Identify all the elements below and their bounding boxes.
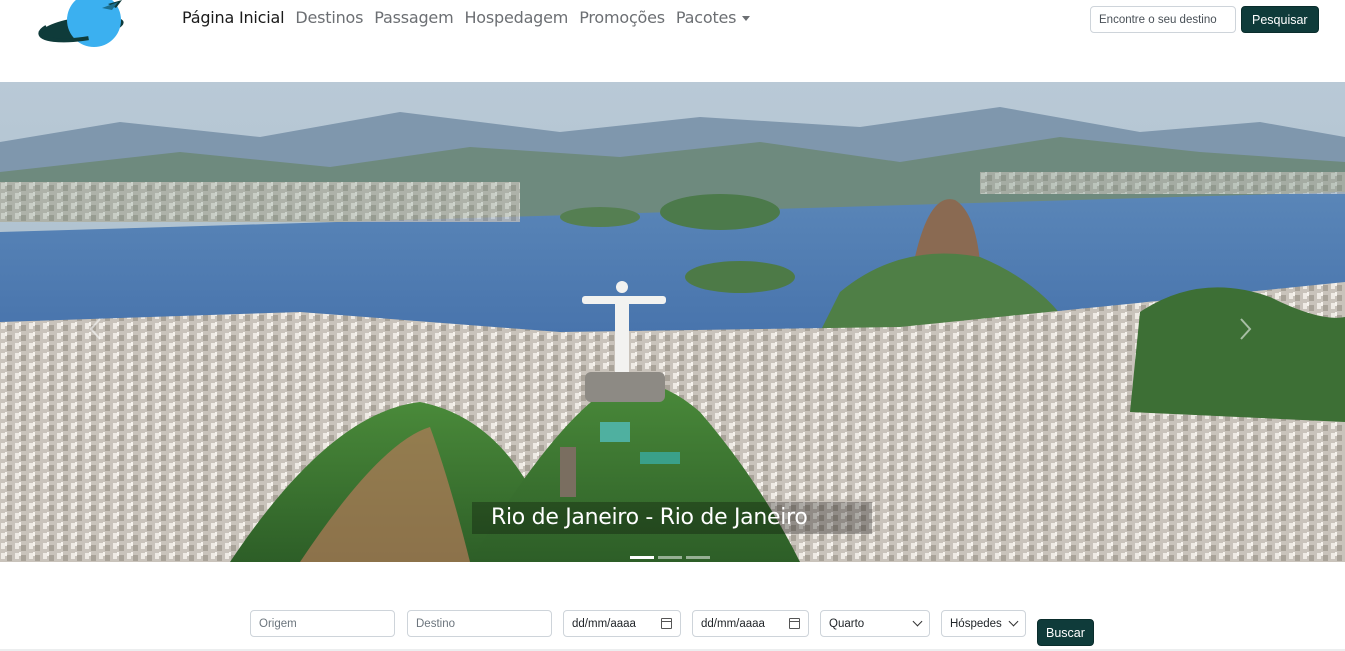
guests-select-value: Hóspedes (950, 617, 1002, 630)
nav-link-packages-label: Pacotes (675, 8, 737, 27)
carousel-indicator-1[interactable] (630, 556, 654, 559)
room-select-value: Quarto (829, 617, 865, 630)
carousel-indicator-3[interactable] (686, 556, 710, 559)
slide-caption-text: Rio de Janeiro - Rio de Janeiro (491, 505, 808, 530)
checkin-date-field[interactable]: dd/mm/aaaa (563, 610, 681, 637)
chevron-right-icon (1240, 318, 1252, 340)
calendar-icon[interactable] (789, 618, 800, 629)
brand-logo[interactable] (38, 0, 128, 48)
carousel-indicators (630, 556, 714, 559)
checkin-date-value: dd/mm/aaaa (572, 617, 636, 630)
chevron-down-icon (1008, 616, 1019, 627)
hero-slide-image (0, 82, 1345, 562)
search-form: Pesquisar (1090, 6, 1319, 33)
main-nav: Página Inicial Destinos Passagem Hospeda… (182, 8, 761, 27)
logo-globe-icon (38, 0, 126, 47)
search-trips-button[interactable]: Buscar (1037, 619, 1094, 646)
caret-down-icon (742, 16, 751, 21)
nav-link-home[interactable]: Página Inicial (182, 8, 285, 27)
nav-link-packages-dropdown[interactable]: Pacotes (675, 8, 751, 27)
checkout-date-field[interactable]: dd/mm/aaaa (692, 610, 809, 637)
destination-field[interactable] (407, 610, 552, 637)
carousel-indicator-2[interactable] (658, 556, 682, 559)
carousel-next-button[interactable] (1235, 314, 1255, 344)
chevron-down-icon (912, 616, 923, 627)
navbar: Página Inicial Destinos Passagem Hospeda… (0, 0, 1345, 82)
nav-link-promotions[interactable]: Promoções (579, 8, 665, 27)
nav-link-tickets[interactable]: Passagem (374, 8, 453, 27)
nav-link-destinations[interactable]: Destinos (295, 8, 363, 27)
origin-input[interactable] (259, 617, 386, 630)
hero-carousel: Rio de Janeiro - Rio de Janeiro (0, 82, 1345, 562)
chevron-left-icon (89, 318, 101, 340)
room-select[interactable]: Quarto (820, 610, 930, 637)
search-button[interactable]: Pesquisar (1241, 6, 1319, 33)
checkout-date-value: dd/mm/aaaa (701, 617, 765, 630)
nav-link-lodging[interactable]: Hospedagem (464, 8, 568, 27)
destination-input[interactable] (416, 617, 543, 630)
guests-select[interactable]: Hóspedes (941, 610, 1026, 637)
origin-field[interactable] (250, 610, 395, 637)
calendar-icon[interactable] (661, 618, 672, 629)
carousel-prev-button[interactable] (86, 314, 106, 344)
slide-caption: Rio de Janeiro - Rio de Janeiro (472, 502, 872, 534)
booking-form: dd/mm/aaaa dd/mm/aaaa Quarto Hóspedes Bu… (0, 562, 1345, 651)
search-input[interactable] (1090, 6, 1236, 33)
